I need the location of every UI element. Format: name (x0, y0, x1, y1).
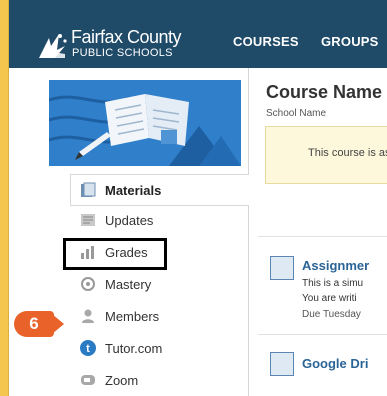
svg-text:t: t (86, 343, 90, 355)
zoom-icon (79, 371, 97, 389)
fcps-logo[interactable]: Fairfax County PUBLIC SCHOOLS (35, 27, 225, 64)
sidebar-item-label: Zoom (105, 372, 139, 388)
logo-subtitle: PUBLIC SCHOOLS (72, 47, 173, 59)
logo-title: Fairfax County (71, 27, 182, 47)
sidebar-item-label: Updates (105, 212, 154, 228)
updates-icon (79, 211, 97, 229)
top-navigation-bar: Fairfax County PUBLIC SCHOOLS COURSES GR… (9, 0, 387, 68)
course-name: Course Name (266, 82, 383, 102)
course-main-content: Course Name School Name This course is a… (258, 68, 387, 396)
sidebar-item-label: Mastery (105, 276, 152, 292)
sidebar-item-tutor[interactable]: t Tutor.com (79, 335, 255, 361)
course-banner-image (49, 80, 241, 166)
google-drive-title[interactable]: Google Dri (302, 356, 368, 371)
sidebar-item-members[interactable]: Members (79, 303, 255, 329)
assignment-title[interactable]: Assignmer (302, 258, 369, 273)
page-title: Course Name (266, 82, 387, 103)
mastery-icon (79, 275, 97, 293)
sidebar-item-label: Members (105, 308, 160, 324)
step-callout-badge: 6 (14, 311, 64, 337)
sidebar-item-materials[interactable]: Materials (79, 177, 255, 203)
sidebar-item-label: Materials (105, 182, 162, 198)
sidebar-item-label: Tutor.com (105, 340, 163, 356)
tutor-icon: t (79, 339, 97, 357)
sidebar-item-mastery[interactable]: Mastery (79, 271, 255, 297)
course-sidebar: Materials Updates Grades Mastery Members (9, 68, 249, 396)
fcps-logo-icon (39, 34, 67, 58)
assignment-desc-line1: This is a simu (302, 278, 364, 289)
assignment-due: Due Tuesday (302, 309, 361, 320)
sidebar-item-zoom[interactable]: Zoom (79, 367, 255, 393)
assignment-desc-line2: You are writi (302, 293, 357, 304)
nav-groups[interactable]: GROUPS (321, 34, 379, 49)
school-name: School Name (266, 108, 327, 119)
divider (258, 236, 387, 237)
nav-courses[interactable]: COURSES (233, 34, 299, 49)
tutor-highlight-box (63, 238, 167, 270)
notice-text: This course is as (308, 147, 387, 159)
materials-icon (79, 181, 97, 199)
sidebar-item-updates[interactable]: Updates (79, 207, 255, 233)
course-notice: This course is as (265, 126, 387, 184)
google-drive-icon (270, 352, 294, 376)
divider (258, 334, 387, 335)
members-icon (79, 307, 97, 325)
app-frame: Fairfax County PUBLIC SCHOOLS COURSES GR… (8, 0, 387, 396)
assignment-icon (270, 256, 294, 280)
